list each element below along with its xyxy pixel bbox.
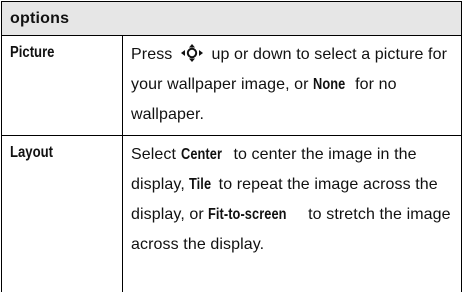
- keyword-center: Center: [180, 146, 222, 163]
- option-name-cell: Layout: [2, 136, 123, 292]
- option-description-layout: Select Center to center the image in the…: [123, 136, 461, 292]
- navigation-key-icon: [179, 44, 205, 62]
- options-table: options Picture Press up or down to sele…: [1, 1, 462, 292]
- option-description-picture: Press up or down to select a picture for…: [123, 36, 461, 135]
- keyword-fit-to-screen: Fit-to-screen: [208, 206, 287, 223]
- table-header-title: options: [10, 9, 70, 27]
- keyword-none: None: [313, 76, 346, 93]
- table-header: options: [2, 2, 461, 36]
- table-row-layout: Layout Select Center to center the image…: [2, 136, 461, 292]
- option-name-picture: Picture: [10, 44, 55, 61]
- description-text: Select: [131, 146, 177, 163]
- table-row-picture: Picture Press up or down to select a pic…: [2, 36, 461, 136]
- description-text: Press: [131, 46, 173, 63]
- option-name-cell: Picture: [2, 36, 123, 135]
- option-name-layout: Layout: [10, 144, 54, 161]
- keyword-tile: Tile: [189, 176, 212, 193]
